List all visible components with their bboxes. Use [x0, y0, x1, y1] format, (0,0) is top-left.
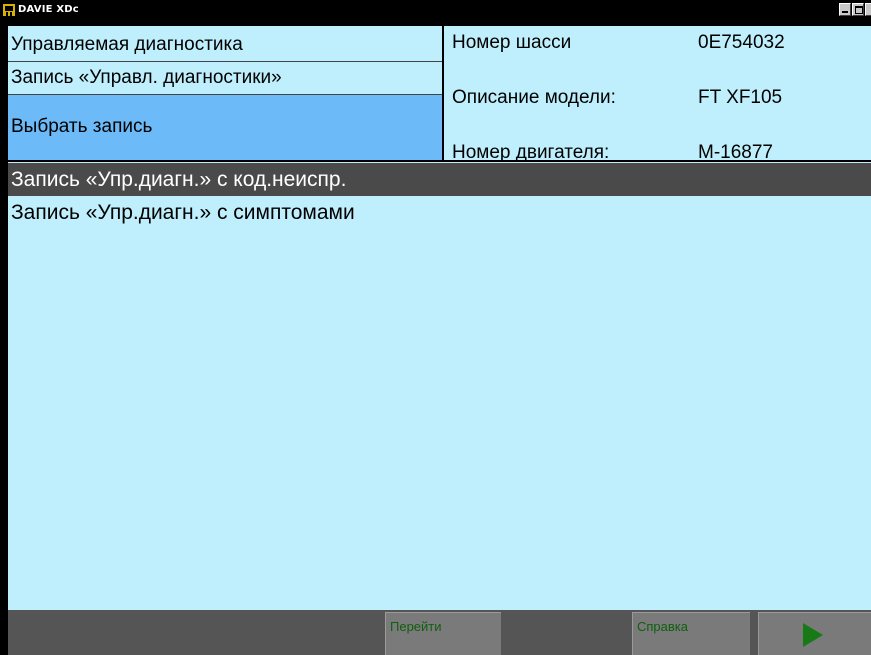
goto-button-label: Перейти — [390, 619, 442, 634]
function-key-bar: Перейти Справка — [8, 610, 871, 655]
list-item-fault-codes[interactable]: Запись «Упр.диагн.» с код.неиспр. — [8, 163, 871, 196]
play-icon — [803, 623, 823, 647]
chassis-number-label: Номер шасси — [452, 32, 572, 53]
vehicle-info-panel: Номер шасси 0E754032 Описание модели: FT… — [444, 26, 871, 163]
main-frame: Управляемая диагностика Запись «Управл. … — [8, 26, 871, 655]
help-button[interactable]: Справка — [632, 612, 750, 655]
title-bar: DAVIE XDc — [0, 0, 871, 20]
record-list: Запись «Упр.диагн.» с код.неиспр. Запись… — [8, 163, 871, 229]
next-button[interactable] — [758, 612, 871, 655]
header-divider — [8, 160, 871, 162]
nav-guided-diagnostics-record[interactable]: Запись «Управл. диагностики» — [8, 62, 442, 95]
minimize-button[interactable] — [839, 3, 851, 16]
model-description-label: Описание модели: — [452, 87, 616, 108]
app-icon — [3, 4, 15, 16]
navigation-panel: Управляемая диагностика Запись «Управл. … — [8, 26, 444, 160]
help-button-label: Справка — [637, 619, 688, 634]
maximize-button[interactable] — [852, 3, 864, 16]
model-description-value: FT XF105 — [698, 87, 783, 108]
list-item-symptoms[interactable]: Запись «Упр.диагн.» с симптомами — [8, 196, 871, 229]
chassis-number-value: 0E754032 — [698, 32, 785, 53]
window-controls — [839, 3, 871, 17]
goto-button[interactable]: Перейти — [385, 612, 501, 655]
close-button[interactable] — [865, 3, 871, 16]
nav-select-record[interactable]: Выбрать запись — [8, 95, 442, 160]
nav-guided-diagnostics[interactable]: Управляемая диагностика — [8, 26, 442, 62]
window-title: DAVIE XDc — [18, 4, 79, 15]
